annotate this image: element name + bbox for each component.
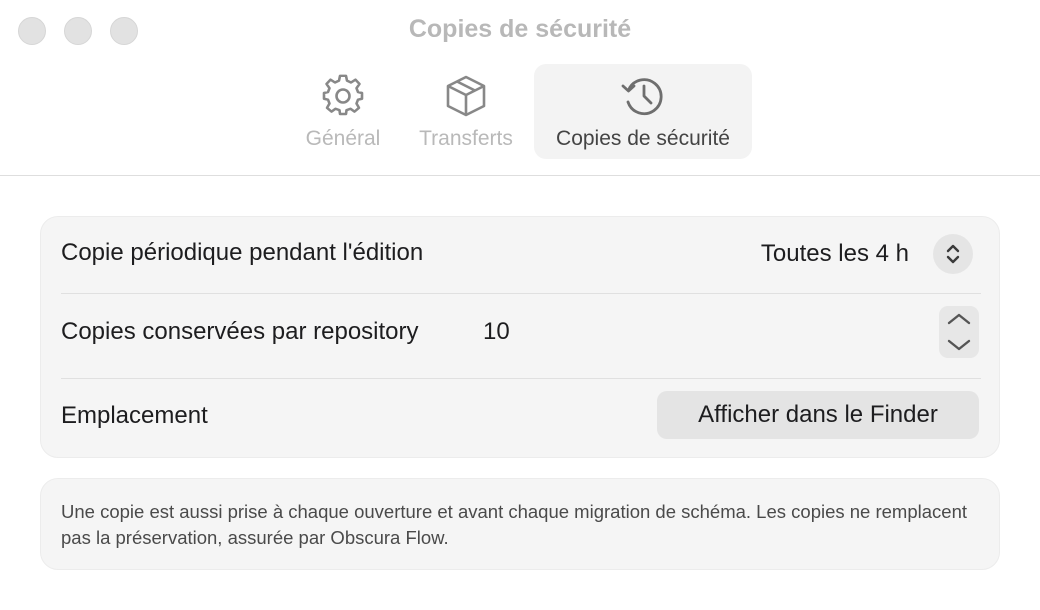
periodic-backup-row: Copie périodique pendant l'édition Toute… bbox=[41, 217, 999, 293]
periodic-backup-value[interactable]: Toutes les 4 h bbox=[761, 240, 909, 268]
retention-label: Copies conservées par repository bbox=[61, 318, 419, 345]
retention-row: Copies conservées par repository 10 bbox=[41, 294, 999, 378]
window-title: Copies de sécurité bbox=[408, 15, 632, 43]
retention-stepper[interactable] bbox=[939, 306, 979, 358]
periodic-backup-popup-button[interactable] bbox=[933, 234, 973, 274]
retention-value: 10 bbox=[483, 318, 510, 345]
clock-history-icon bbox=[620, 73, 666, 119]
box-icon bbox=[443, 73, 489, 119]
settings-card: Copie périodique pendant l'édition Toute… bbox=[40, 216, 1000, 458]
chevron-down-icon bbox=[947, 339, 971, 351]
location-label: Emplacement bbox=[61, 402, 208, 429]
tab-backups-label: Copies de sécurité bbox=[556, 127, 730, 150]
info-note: Une copie est aussi prise à chaque ouver… bbox=[40, 478, 1000, 570]
window-titlebar: Copies de sécurité Général Transferts Co… bbox=[0, 0, 1040, 176]
location-row: Emplacement Afficher dans le Finder bbox=[41, 379, 999, 457]
stepper-increment-button[interactable] bbox=[939, 306, 979, 332]
periodic-backup-label: Copie périodique pendant l'édition bbox=[61, 239, 424, 266]
stepper-decrement-button[interactable] bbox=[939, 332, 979, 358]
chevron-up-icon bbox=[947, 313, 971, 325]
show-in-finder-button[interactable]: Afficher dans le Finder bbox=[657, 391, 979, 439]
tab-general-label: Général bbox=[305, 127, 381, 150]
tab-transfers[interactable]: Transferts bbox=[404, 64, 528, 159]
up-down-chevron-icon bbox=[946, 244, 960, 264]
tab-transfers-label: Transferts bbox=[419, 127, 513, 150]
info-note-text: Une copie est aussi prise à chaque ouver… bbox=[61, 501, 968, 548]
tab-general[interactable]: Général bbox=[295, 64, 391, 159]
tab-backups[interactable]: Copies de sécurité bbox=[534, 64, 752, 159]
gear-icon bbox=[320, 73, 366, 119]
